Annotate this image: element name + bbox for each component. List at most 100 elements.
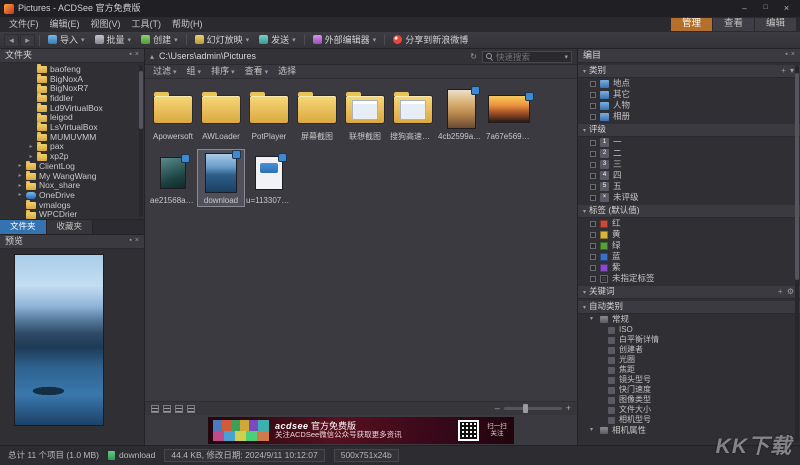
expander-icon[interactable]: ▸ [17, 163, 23, 170]
catalog-item[interactable]: 常规 [578, 314, 800, 325]
folder-up-icon[interactable] [150, 52, 154, 61]
filter-button[interactable]: 过滤 [153, 66, 177, 77]
checkbox[interactable] [590, 254, 596, 260]
catalog-item[interactable]: 黄 [578, 229, 800, 240]
collapse-icon[interactable] [583, 125, 586, 135]
file-thumbnail[interactable]: u=1133077... [245, 149, 293, 207]
toolbar-button[interactable]: 批量 [90, 33, 137, 46]
checkbox[interactable] [590, 151, 596, 157]
folder-tree-item[interactable]: ▸ pax [0, 143, 144, 153]
catalog-item[interactable]: 绿 [578, 240, 800, 251]
panel-tab[interactable]: 收藏夹 [47, 220, 94, 234]
close-button[interactable] [777, 2, 796, 15]
minimize-button[interactable] [735, 2, 754, 15]
checkbox[interactable] [590, 184, 596, 190]
view-mode-icon[interactable] [187, 405, 195, 413]
mode-tab[interactable]: 管理 [671, 18, 712, 31]
catalog-section-header[interactable]: 自动类别 [578, 301, 800, 314]
menu-item[interactable]: 文件(F) [4, 18, 44, 30]
catalog-item[interactable]: 紫 [578, 262, 800, 273]
catalog-section-header[interactable]: 类别 + ▾ [578, 65, 800, 78]
zoom-slider[interactable] [504, 407, 562, 410]
menu-item[interactable]: 工具(T) [127, 18, 167, 30]
scrollbar[interactable] [795, 65, 799, 443]
preview-image[interactable] [15, 255, 103, 425]
close-panel-icon[interactable]: × [135, 51, 139, 59]
address-path[interactable]: C:\Users\admin\Pictures [159, 51, 465, 61]
folder-tree-item[interactable]: WPCDrier [0, 210, 144, 219]
file-thumbnail[interactable]: AWLoader [197, 85, 245, 143]
filter-button[interactable]: 排序 [211, 66, 235, 77]
view-mode-icon[interactable] [175, 405, 183, 413]
ad-banner[interactable]: acdsee 官方免费版 关注ACDSee微信公众号获取更多资讯 扫一扫关注 [208, 417, 514, 444]
zoom-slider-handle[interactable] [523, 404, 528, 413]
expander-icon[interactable]: ▸ [17, 183, 23, 190]
catalog-item[interactable]: 文件大小 [578, 405, 800, 415]
catalog-item[interactable]: 镜头型号 [578, 375, 800, 385]
folder-tree-item[interactable]: MUMUVMM [0, 133, 144, 143]
file-thumbnail[interactable]: 4cb2599a0... [437, 85, 485, 143]
collapse-icon[interactable] [583, 206, 586, 216]
catalog-section-header[interactable]: 标签 (默认值) [578, 205, 800, 218]
checkbox[interactable] [590, 114, 596, 120]
file-thumbnail[interactable]: 联想截图 [341, 85, 389, 143]
catalog-item[interactable]: 快门速度 [578, 385, 800, 395]
filter-button[interactable]: 查看 [245, 66, 269, 77]
maximize-button[interactable] [756, 2, 775, 15]
forward-button[interactable] [20, 34, 35, 47]
catalog-item[interactable]: 5 五 [578, 181, 800, 192]
section-tools-icons[interactable]: + ▾ [781, 66, 795, 75]
toolbar-button[interactable]: 幻灯放映 [190, 33, 255, 46]
collapse-icon[interactable] [590, 427, 596, 434]
catalog-item[interactable]: 其它 [578, 89, 800, 100]
catalog-section-header[interactable]: 关键词 + ⚙ [578, 286, 800, 299]
file-thumbnail[interactable]: PotPlayer [245, 85, 293, 143]
refresh-icon[interactable] [470, 52, 477, 61]
catalog-item[interactable]: 3 三 [578, 159, 800, 170]
select-button[interactable]: 选择 [278, 66, 296, 76]
search-input[interactable] [496, 52, 561, 62]
menu-item[interactable]: 编辑(E) [45, 18, 85, 30]
close-panel-icon[interactable]: × [135, 237, 139, 245]
toolbar-button[interactable]: 发送 [254, 33, 301, 46]
section-tools-icons[interactable]: + ⚙ [778, 287, 795, 296]
catalog-item[interactable]: 图像类型 [578, 395, 800, 405]
chevron-down-icon[interactable] [564, 51, 568, 63]
checkbox[interactable] [590, 243, 596, 249]
pin-icon[interactable]: ▪ [785, 51, 787, 59]
expander-icon[interactable]: ▸ [28, 154, 34, 161]
catalog-item[interactable]: 白平衡详情 [578, 335, 800, 345]
catalog-item[interactable]: 4 四 [578, 170, 800, 181]
catalog-item[interactable]: 蓝 [578, 251, 800, 262]
filter-button[interactable]: 组 [187, 66, 202, 77]
catalog-item[interactable]: 2 二 [578, 148, 800, 159]
checkbox[interactable] [590, 103, 596, 109]
collapse-icon[interactable] [583, 287, 586, 297]
checkbox[interactable] [590, 195, 596, 201]
toolbar-button[interactable]: 分享到新浪微博 [388, 34, 473, 46]
expander-icon[interactable]: ▸ [17, 192, 23, 199]
catalog-item[interactable]: 相机属性 [578, 425, 800, 436]
catalog-section-header[interactable]: 评级 [578, 124, 800, 137]
quick-search-box[interactable] [482, 51, 572, 63]
catalog-item[interactable]: × 未评级 [578, 192, 800, 203]
file-thumbnail[interactable]: 屏幕截图 [293, 85, 341, 143]
checkbox[interactable] [590, 92, 596, 98]
close-panel-icon[interactable]: × [791, 51, 795, 59]
folder-tree-item[interactable]: ▸ OneDrive [0, 191, 144, 201]
expander-icon[interactable]: ▸ [28, 144, 34, 151]
file-thumbnail[interactable]: download [197, 149, 245, 207]
checkbox[interactable] [590, 276, 596, 282]
collapse-icon[interactable] [590, 316, 596, 323]
catalog-item[interactable]: 地点 [578, 78, 800, 89]
toolbar-button[interactable]: 导入 [43, 33, 90, 46]
file-thumbnail[interactable]: 搜狗高速浏... [389, 85, 437, 143]
pin-icon[interactable]: ▪ [129, 237, 131, 245]
checkbox[interactable] [590, 162, 596, 168]
pin-icon[interactable]: ▪ [129, 51, 131, 59]
collapse-icon[interactable] [583, 66, 586, 76]
catalog-item[interactable]: 未指定标签 [578, 273, 800, 284]
zoom-out-button[interactable] [495, 403, 500, 413]
mode-tab[interactable]: 查看 [713, 18, 754, 31]
scrollbar[interactable] [139, 65, 143, 217]
